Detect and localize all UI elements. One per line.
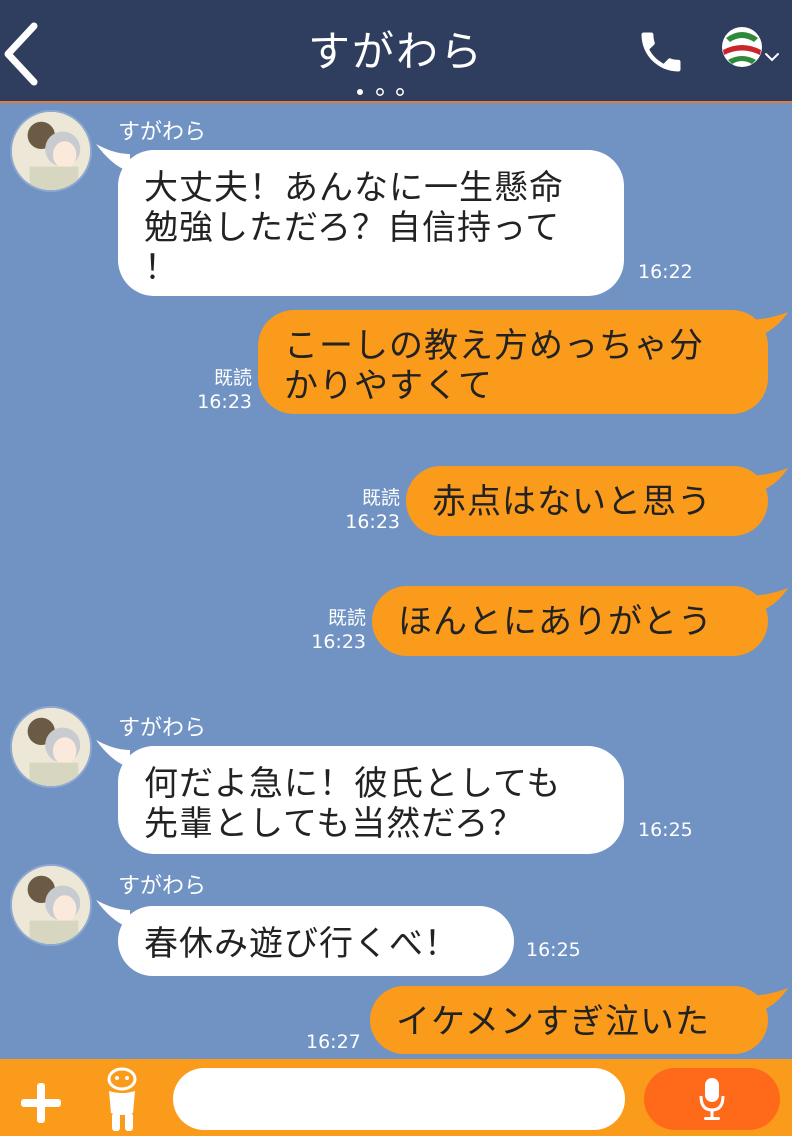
message-line: 春休み遊び行くべ！ xyxy=(144,924,459,964)
read-receipt: 既読 xyxy=(361,487,400,509)
microphone-icon xyxy=(699,1078,725,1120)
avatar[interactable] xyxy=(10,864,92,946)
message-time: 16:23 xyxy=(311,631,366,653)
sticker-icon xyxy=(107,1067,137,1131)
message-line: イケメンすぎ泣いた xyxy=(396,1002,710,1042)
message-bubble: イケメンすぎ泣いた xyxy=(370,986,768,1054)
add-button[interactable] xyxy=(12,1075,70,1131)
message-meta: 既読 16:23 xyxy=(340,486,400,534)
call-button[interactable] xyxy=(634,26,688,78)
voice-button[interactable] xyxy=(644,1068,780,1130)
message-line: 先輩としても当然だろ？ xyxy=(144,804,525,844)
message-line: ほんとにありがとう xyxy=(398,602,713,642)
avatar-image xyxy=(12,708,90,786)
avatar-image xyxy=(12,112,90,190)
message-meta: 既読 16:23 xyxy=(194,366,252,414)
avatar-image xyxy=(12,866,90,944)
message-line: かりやすくて xyxy=(284,366,493,406)
message-line: 赤点はないと思う xyxy=(432,482,712,522)
bubble-tail xyxy=(746,988,788,1016)
message-line: 大丈夫！あんなに一生懸命 xyxy=(144,168,564,208)
message-line: ！ xyxy=(144,248,179,288)
bubble-tail xyxy=(746,312,788,340)
message-bubble: 何だよ急に！彼氏としても 先輩としても当然だろ？ xyxy=(118,746,624,854)
profile-menu-button[interactable] xyxy=(718,24,788,74)
message-line: 勉強しただろ？自信持って xyxy=(144,208,561,248)
message-time: 16:22 xyxy=(638,261,693,283)
message-time: 16:23 xyxy=(345,511,400,533)
chat-header: すがわら xyxy=(0,0,792,103)
phone-icon xyxy=(641,32,681,72)
read-receipt: 既読 xyxy=(213,367,252,389)
read-receipt: 既読 xyxy=(327,607,366,629)
message-time: 16:25 xyxy=(526,939,581,961)
message-time: 16:25 xyxy=(638,819,693,841)
sticker-button[interactable] xyxy=(98,1065,148,1136)
input-bar xyxy=(0,1059,792,1136)
message-bubble: こーしの教え方めっちゃ分 かりやすくて xyxy=(258,310,768,414)
message-line: 何だよ急に！彼氏としても xyxy=(144,764,562,804)
bubble-tail xyxy=(746,468,788,496)
message-line: こーしの教え方めっちゃ分 xyxy=(284,326,704,366)
message-time: 16:23 xyxy=(197,391,252,413)
message-bubble: 大丈夫！あんなに一生懸命 勉強しただろ？自信持って ！ xyxy=(118,150,624,296)
page-indicator-dots xyxy=(357,88,404,96)
profile-menu-icon xyxy=(722,27,779,67)
message-bubble: 春休み遊び行くべ！ xyxy=(118,906,514,976)
avatar[interactable] xyxy=(10,110,92,192)
message-bubble: 赤点はないと思う xyxy=(406,466,768,536)
message-time: 16:27 xyxy=(306,1031,361,1053)
message-input[interactable] xyxy=(173,1068,625,1130)
message-meta: 既読 16:23 xyxy=(306,606,366,654)
message-bubble: ほんとにありがとう xyxy=(372,586,768,656)
avatar[interactable] xyxy=(10,706,92,788)
bubble-tail xyxy=(746,588,788,616)
plus-icon xyxy=(21,1083,61,1123)
sender-name: すがわら xyxy=(118,874,207,899)
